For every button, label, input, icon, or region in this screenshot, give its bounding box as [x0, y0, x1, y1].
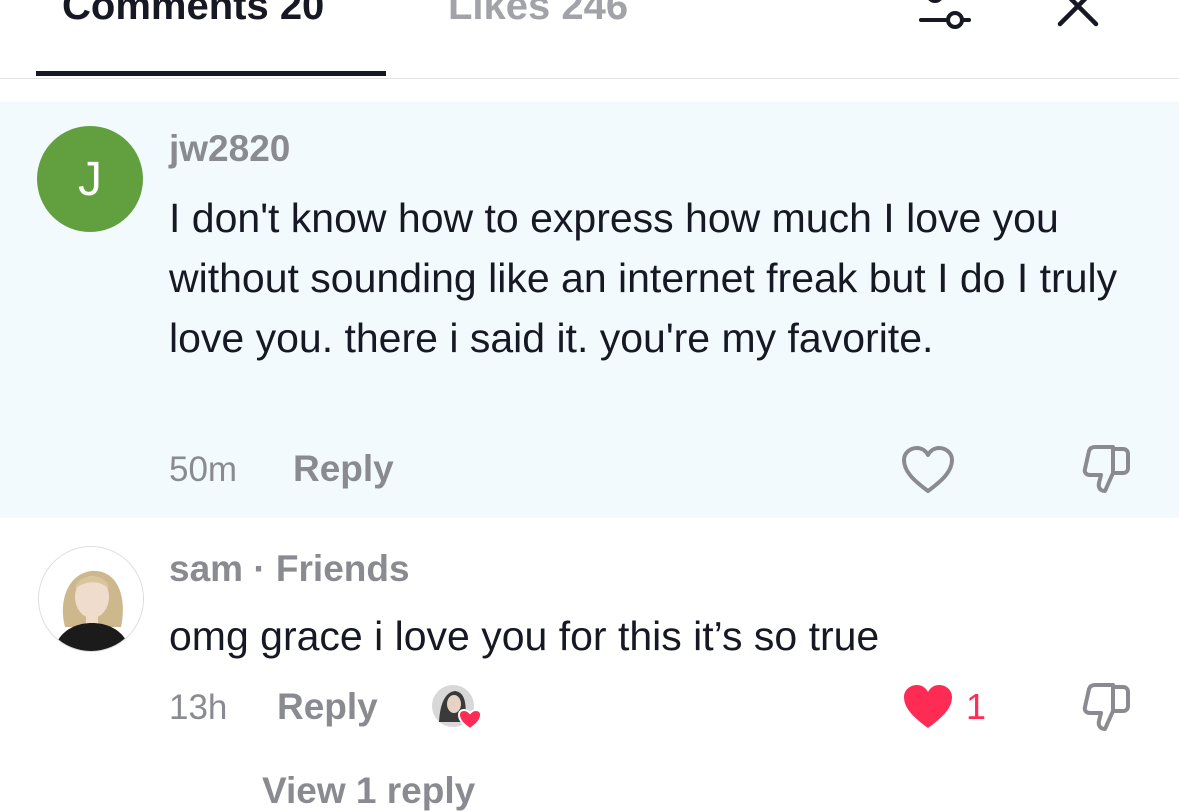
comments-header: Comments 20 Likes 246: [0, 0, 1179, 79]
dislike-icon[interactable]: [1079, 443, 1133, 497]
comment-username[interactable]: jw2820: [169, 128, 290, 170]
comment-item: sam · Friends omg grace i love you for t…: [0, 518, 1179, 786]
avatar[interactable]: [38, 546, 144, 652]
heart-filled-icon[interactable]: [901, 682, 955, 732]
heart-outline-icon[interactable]: [901, 445, 955, 495]
dislike-icon[interactable]: [1079, 681, 1133, 735]
avatar[interactable]: J: [37, 126, 143, 232]
comment-time: 50m: [169, 450, 238, 489]
comment-username[interactable]: sam · Friends: [169, 548, 410, 590]
creator-liked-icon: [430, 683, 483, 731]
comment-text: I don't know how to express how much I l…: [169, 195, 1118, 361]
reply-button[interactable]: Reply: [293, 448, 394, 490]
comment-item: J jw2820 I don't know how to express how…: [0, 102, 1179, 518]
tab-comments[interactable]: Comments 20: [62, 0, 324, 29]
reply-button[interactable]: Reply: [277, 686, 378, 728]
close-icon[interactable]: [1054, 0, 1102, 28]
active-tab-indicator: [36, 71, 386, 76]
comment-text: omg grace i love you for this it’s so tr…: [169, 613, 880, 659]
view-replies-button[interactable]: View 1 reply: [262, 770, 475, 812]
user-photo-avatar: [39, 547, 143, 651]
filter-sliders-icon[interactable]: [915, 0, 975, 30]
tab-likes[interactable]: Likes 246: [448, 0, 628, 29]
comment-time: 13h: [169, 688, 228, 727]
like-count: 1: [966, 686, 987, 727]
